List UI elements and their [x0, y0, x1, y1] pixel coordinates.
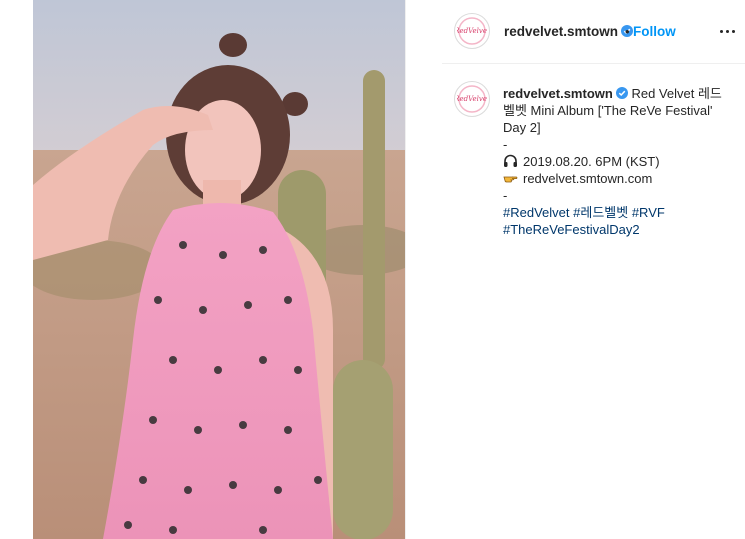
verified-badge-icon [615, 87, 628, 99]
post-panel: RedVelvet redvelvet.smtown • Follow RedV… [442, 0, 745, 539]
caption-link[interactable]: redvelvet.smtown.com [523, 171, 652, 186]
red-velvet-logo-icon: RedVelvet [457, 17, 487, 45]
caption-dash-1: - [503, 137, 508, 152]
caption-first-line: redvelvet.smtown Red Velvet 레드 [503, 85, 733, 102]
pointing-hand-icon [503, 176, 518, 183]
svg-text:RedVelvet: RedVelvet [457, 95, 487, 103]
red-velvet-logo-icon: RedVelvet [457, 85, 487, 113]
headphones-icon [504, 154, 517, 167]
caption-line-1: Red Velvet 레드 [631, 86, 722, 101]
more-options-icon[interactable] [718, 21, 738, 41]
caption-line-3: Day 2] [503, 120, 541, 135]
hashtags-line-1: #RedVelvet #레드벨벳 #RVF [503, 204, 733, 221]
caption-text: redvelvet.smtown Red Velvet 레드 벨벳 Mini A… [503, 85, 733, 238]
header-separator: • [625, 24, 630, 39]
caption-avatar[interactable]: RedVelvet [454, 81, 490, 117]
caption-link-line: redvelvet.smtown.com [503, 170, 733, 187]
account-username-text[interactable]: redvelvet.smtown [504, 24, 618, 39]
hashtag[interactable]: #레드벨벳 [573, 205, 628, 220]
follow-button[interactable]: Follow [633, 24, 676, 39]
caption-line-2: 벨벳 Mini Album ['The ReVe Festival' [503, 103, 713, 118]
svg-text:RedVelvet: RedVelvet [457, 27, 487, 35]
caption-datetime-line: 2019.08.20. 6PM (KST) [503, 153, 733, 170]
hashtag[interactable]: #TheReVeFestivalDay2 [503, 222, 640, 237]
hashtag[interactable]: #RedVelvet [503, 205, 570, 220]
account-username[interactable]: redvelvet.smtown [504, 24, 634, 39]
post-photo[interactable] [33, 0, 405, 539]
caption-dash-2: - [503, 188, 508, 203]
hashtag[interactable]: #RVF [632, 205, 665, 220]
caption-datetime: 2019.08.20. 6PM (KST) [523, 154, 660, 169]
caption-username[interactable]: redvelvet.smtown [503, 86, 613, 101]
left-gutter [0, 0, 33, 539]
account-avatar[interactable]: RedVelvet [454, 13, 490, 49]
post-photo-art [33, 0, 405, 539]
hashtags-line-2: #TheReVeFestivalDay2 [503, 221, 733, 238]
post-header: RedVelvet redvelvet.smtown • Follow [442, 0, 745, 64]
